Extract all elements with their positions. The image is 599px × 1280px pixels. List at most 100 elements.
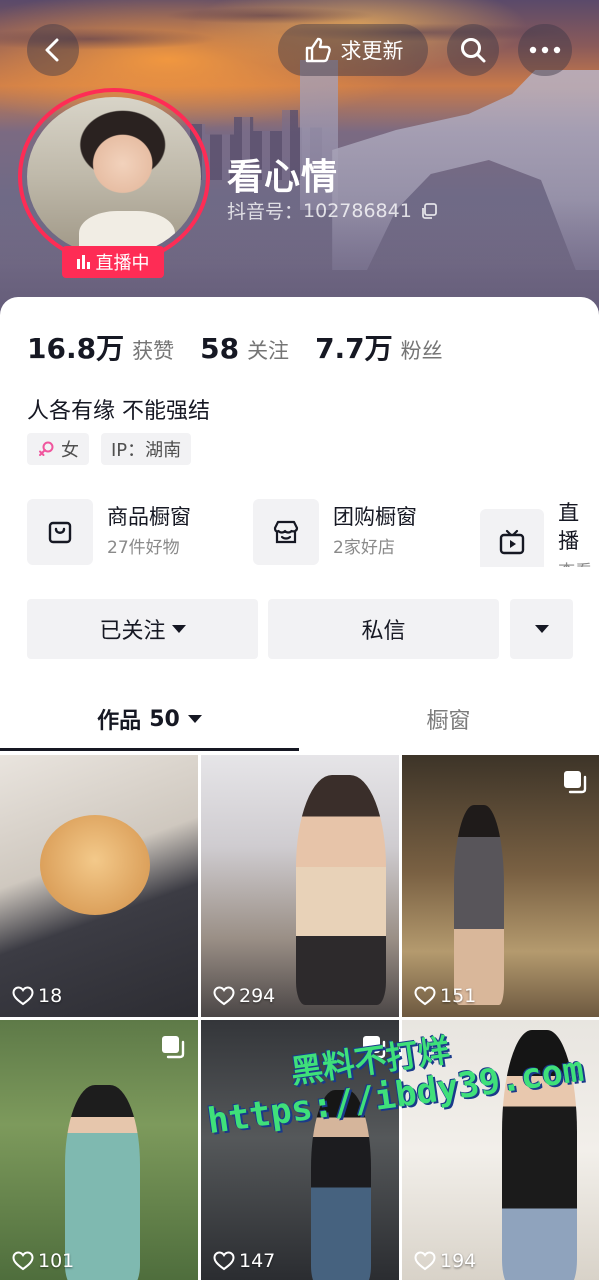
post-image-person — [296, 775, 386, 1005]
heart-icon — [213, 986, 235, 1006]
more-dots-icon — [529, 46, 561, 54]
service-shop-title: 商品橱窗 — [107, 505, 191, 529]
heart-icon — [414, 1251, 436, 1271]
bag-icon — [48, 521, 72, 544]
profile-card: 16.8万 获赞 58 关注 7.7万 粉丝 人各有缘 不能强结 女 IP：湖南 — [0, 297, 599, 1280]
thumbs-up-hand-icon — [305, 37, 331, 63]
service-shop-window[interactable]: 商品橱窗 27件好物 — [27, 499, 191, 565]
service-shop-icon-box — [27, 499, 93, 565]
tab-window-label: 橱窗 — [426, 709, 471, 734]
avatar[interactable] — [27, 97, 201, 256]
douyin-id-value: 102786841 — [303, 199, 412, 222]
post-likes-count: 194 — [440, 1250, 477, 1272]
service-group-title: 团购橱窗 — [333, 505, 417, 529]
store-icon — [273, 520, 299, 544]
following-button[interactable]: 已关注 — [27, 599, 258, 659]
douyin-id-label: 抖音号： — [227, 201, 304, 223]
post-likes-count: 18 — [38, 985, 63, 1007]
caret-down-icon — [187, 715, 202, 723]
chevron-left-icon — [45, 38, 59, 62]
post-image-dog — [40, 815, 150, 915]
search-button[interactable] — [447, 24, 499, 76]
tv-icon — [499, 529, 525, 555]
post-likes-count: 151 — [440, 985, 477, 1007]
posts-grid: 18 294 151 101 147 194 — [0, 755, 599, 1280]
heart-icon — [12, 986, 34, 1006]
message-label: 私信 — [361, 619, 406, 644]
stat-following-value: 58 — [200, 332, 240, 365]
post-image-person — [454, 805, 504, 1005]
post-likes-count: 294 — [239, 985, 276, 1007]
post-likes: 147 — [213, 1250, 275, 1272]
heart-icon — [213, 1251, 235, 1271]
post-thumbnail[interactable]: 151 — [402, 755, 599, 1017]
ip-tag: IP：湖南 — [101, 433, 192, 465]
tab-works[interactable]: 作品 50 — [0, 690, 299, 748]
more-button[interactable] — [518, 24, 572, 76]
profile-tags: 女 IP：湖南 — [27, 433, 192, 465]
stat-following-label: 关注 — [247, 339, 290, 363]
post-likes: 194 — [414, 1250, 476, 1272]
stat-followers-label: 粉丝 — [400, 339, 443, 363]
ip-label: IP：湖南 — [111, 440, 182, 461]
search-icon — [461, 38, 486, 63]
post-thumbnail[interactable]: 194 — [402, 1020, 599, 1280]
service-group-sub: 2家好店 — [333, 538, 395, 558]
post-likes: 101 — [12, 1250, 74, 1272]
following-label: 已关注 — [99, 619, 166, 644]
request-update-label: 求更新 — [340, 39, 404, 63]
multi-image-icon — [564, 771, 587, 794]
tab-works-label: 作品 — [97, 709, 142, 734]
live-label: 直播中 — [95, 253, 150, 274]
post-image-person — [65, 1085, 140, 1280]
profile-stats: 16.8万 获赞 58 关注 7.7万 粉丝 — [27, 327, 469, 367]
post-image-person — [502, 1030, 577, 1280]
stat-likes-label: 获赞 — [132, 339, 175, 363]
gender-label: 女 — [61, 440, 79, 461]
live-badge[interactable]: 直播中 — [62, 246, 164, 278]
post-likes: 294 — [213, 985, 275, 1007]
heart-icon — [414, 986, 436, 1006]
content-tabs: 作品 50 橱窗 — [0, 690, 599, 752]
stat-followers[interactable]: 7.7万 粉丝 — [315, 327, 443, 367]
request-update-button[interactable]: 求更新 — [278, 24, 428, 76]
tab-active-indicator — [0, 748, 299, 751]
post-thumbnail[interactable]: 18 — [0, 755, 198, 1017]
post-image-person — [311, 1090, 371, 1280]
service-live-icon-box — [480, 509, 545, 567]
service-group-buy[interactable]: 团购橱窗 2家好店 — [253, 499, 417, 565]
back-button[interactable] — [27, 24, 79, 76]
service-live[interactable]: 直播 查看 — [480, 499, 599, 567]
stat-following[interactable]: 58 关注 — [200, 332, 289, 365]
profile-nickname: 看心情 — [227, 157, 339, 198]
copy-icon[interactable] — [420, 202, 438, 220]
tab-window[interactable]: 橱窗 — [299, 690, 598, 748]
post-likes: 18 — [12, 985, 62, 1007]
douyin-id-row[interactable]: 抖音号： 102786841 — [227, 197, 438, 224]
caret-down-icon — [534, 625, 549, 633]
service-live-sub: 查看 — [558, 559, 599, 567]
heart-icon — [12, 1251, 34, 1271]
profile-bio: 人各有缘 不能强结 — [27, 399, 210, 424]
service-live-title: 直播 — [558, 501, 580, 553]
avatar-live-ring[interactable] — [18, 88, 210, 265]
post-thumbnail[interactable]: 294 — [201, 755, 399, 1017]
post-likes: 151 — [414, 985, 476, 1007]
post-thumbnail[interactable]: 101 — [0, 1020, 198, 1280]
stat-likes-value: 16.8万 — [27, 332, 125, 365]
service-shop-sub: 27件好物 — [107, 538, 180, 558]
tab-works-count: 50 — [149, 706, 180, 732]
live-bars-icon — [76, 255, 90, 269]
more-actions-button[interactable] — [510, 599, 573, 659]
message-button[interactable]: 私信 — [268, 599, 499, 659]
multi-image-icon — [363, 1036, 386, 1059]
service-group-icon-box — [253, 499, 319, 565]
services-row: 商品橱窗 27件好物 团购橱窗 2家好店 直播 — [27, 499, 599, 567]
stat-likes[interactable]: 16.8万 获赞 — [27, 327, 174, 367]
action-buttons: 已关注 私信 — [27, 599, 573, 659]
post-thumbnail[interactable]: 147 — [201, 1020, 399, 1280]
female-icon — [39, 441, 54, 456]
multi-image-icon — [162, 1036, 185, 1059]
stat-followers-value: 7.7万 — [315, 332, 393, 365]
caret-down-icon — [171, 625, 186, 633]
